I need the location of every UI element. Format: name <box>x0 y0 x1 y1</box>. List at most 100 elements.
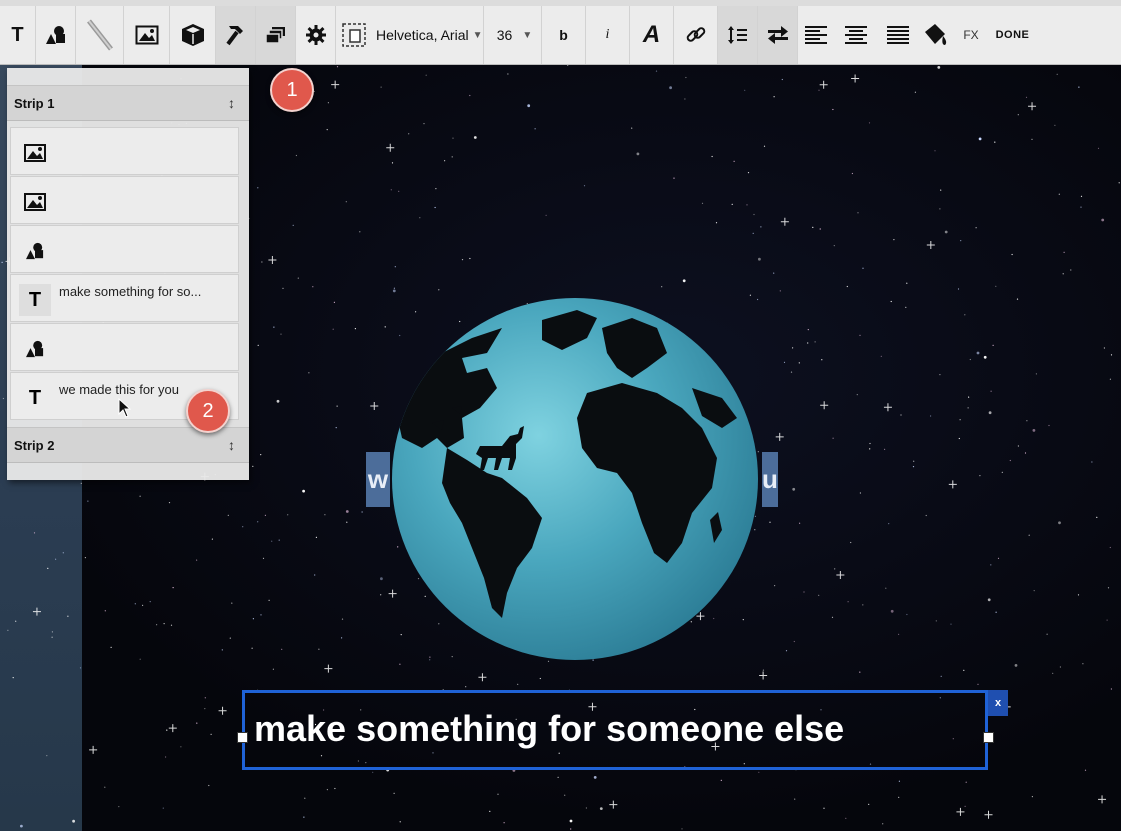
text-layer-fragment[interactable]: w <box>366 452 390 507</box>
star <box>304 797 306 799</box>
effects-button[interactable]: FX <box>952 6 990 64</box>
image-icon <box>19 186 51 218</box>
swap-arrows-icon <box>767 26 788 44</box>
star <box>758 257 761 261</box>
star <box>965 781 967 783</box>
asset-box-button[interactable] <box>170 6 216 64</box>
strip-header[interactable]: Strip 1 ↕ <box>7 85 249 121</box>
star <box>681 828 683 830</box>
star <box>497 793 499 795</box>
selected-text[interactable]: make something for someone else <box>254 708 844 750</box>
star <box>46 755 48 757</box>
done-label: DONE <box>995 29 1030 41</box>
star <box>673 177 675 179</box>
bright-star <box>759 671 768 680</box>
text-tool-button[interactable]: T <box>0 6 36 64</box>
align-center-button[interactable] <box>834 6 878 64</box>
fill-color-button[interactable] <box>918 6 952 64</box>
resize-handle-left[interactable] <box>237 732 248 743</box>
star <box>20 824 23 828</box>
done-button[interactable]: DONE <box>990 6 1035 64</box>
star <box>260 454 262 456</box>
star <box>346 521 348 523</box>
star <box>925 514 927 517</box>
font-family-select[interactable]: Helvetica, Arial ▼ <box>372 6 484 64</box>
bright-star <box>386 143 395 152</box>
star <box>914 91 917 93</box>
star <box>257 521 259 523</box>
bright-star <box>218 706 227 715</box>
swap-direction-button[interactable] <box>758 6 798 64</box>
star <box>336 405 338 407</box>
vertical-resize-icon[interactable]: ↕ <box>228 437 235 453</box>
star <box>599 807 603 810</box>
cube-icon <box>181 24 204 46</box>
align-left-button[interactable] <box>798 6 834 64</box>
font-size-select[interactable]: 36 ▼ <box>484 6 542 64</box>
star <box>1082 663 1084 665</box>
font-style-button[interactable]: A <box>630 6 674 64</box>
star <box>469 257 471 260</box>
layer-item[interactable] <box>10 225 239 273</box>
star <box>211 538 213 540</box>
layers-button[interactable] <box>256 6 296 64</box>
image-tool-button[interactable] <box>124 6 170 64</box>
mouse-cursor-icon <box>118 398 132 418</box>
star <box>752 232 754 234</box>
star <box>934 150 936 152</box>
shape-tool-button[interactable] <box>36 6 76 64</box>
pencil-tool-button[interactable] <box>76 6 124 64</box>
star <box>264 514 266 517</box>
star <box>823 807 825 809</box>
align-justify-button[interactable] <box>878 6 918 64</box>
star <box>957 288 960 290</box>
star <box>384 326 386 328</box>
star <box>104 610 106 612</box>
shapes-icon <box>19 333 51 365</box>
close-text-button[interactable]: x <box>988 690 1008 716</box>
chevron-down-icon: ▼ <box>472 29 483 41</box>
star <box>819 228 821 230</box>
bright-star <box>836 570 845 579</box>
star <box>733 160 735 162</box>
star <box>987 598 991 602</box>
hammer-tool-button[interactable] <box>216 6 256 64</box>
star <box>104 786 106 788</box>
bold-button[interactable]: b <box>542 6 586 64</box>
text-frame-button[interactable] <box>336 6 372 64</box>
star <box>1056 73 1058 75</box>
star <box>110 646 112 649</box>
star <box>762 669 765 671</box>
star <box>517 683 519 686</box>
star <box>139 658 141 660</box>
layer-item[interactable] <box>10 127 239 175</box>
star <box>451 156 453 158</box>
text-fragment: u <box>762 464 778 494</box>
layer-item[interactable] <box>10 323 239 371</box>
text-layer-fragment[interactable]: u <box>762 452 778 507</box>
star <box>163 623 165 625</box>
link-button[interactable] <box>674 6 718 64</box>
star <box>547 660 550 662</box>
settings-button[interactable] <box>296 6 336 64</box>
star <box>473 136 477 139</box>
line-spacing-button[interactable] <box>718 6 758 64</box>
star <box>79 667 82 669</box>
earth-globe-image[interactable] <box>392 298 758 660</box>
layer-item[interactable] <box>10 176 239 224</box>
align-left-icon <box>805 26 827 44</box>
chevron-down-icon: ▼ <box>522 29 533 41</box>
italic-button[interactable]: i <box>586 6 630 64</box>
resize-handle-right[interactable] <box>983 732 994 743</box>
star <box>438 289 440 291</box>
star <box>995 611 997 613</box>
layer-item[interactable]: T make something for so... <box>10 274 239 322</box>
star <box>930 415 932 417</box>
star <box>964 314 966 316</box>
star <box>950 623 952 625</box>
star <box>832 108 834 111</box>
image-icon <box>135 25 158 45</box>
step-badge-2: 2 <box>186 389 230 433</box>
badge-number: 1 <box>286 78 298 101</box>
vertical-resize-icon[interactable]: ↕ <box>228 95 235 111</box>
